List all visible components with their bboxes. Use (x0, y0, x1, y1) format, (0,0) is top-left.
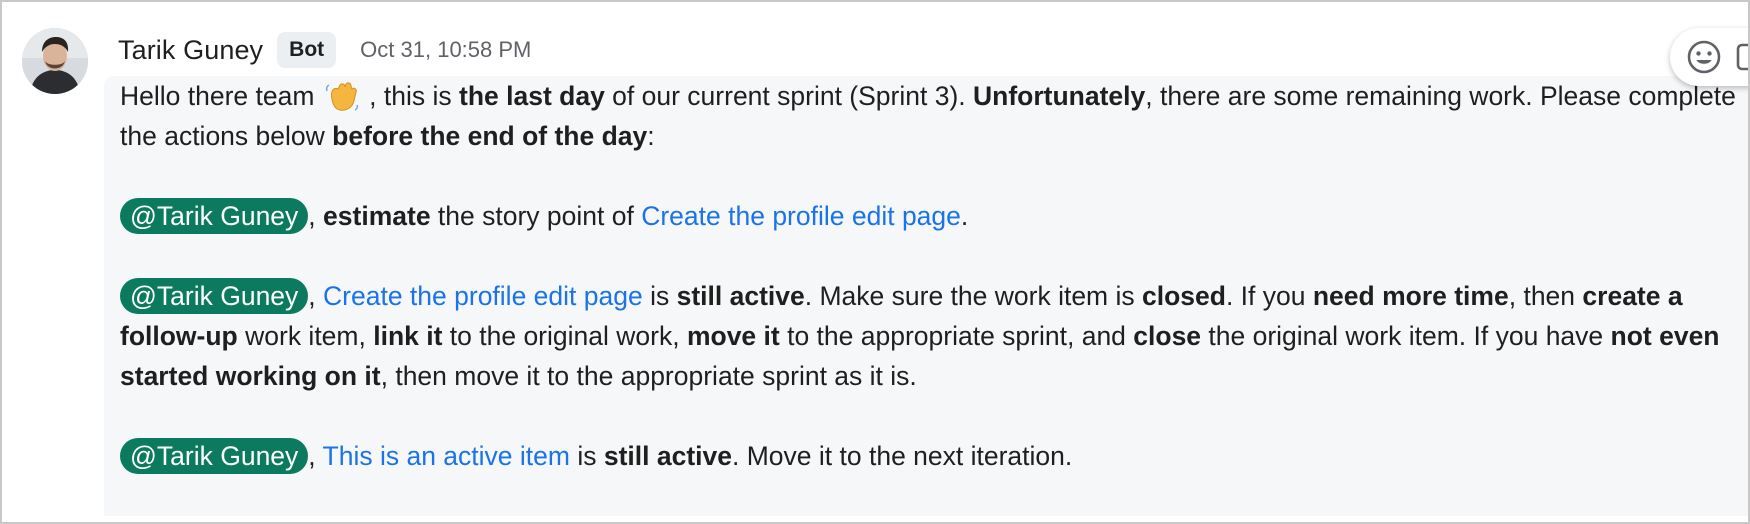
user-mention-chip[interactable]: @Tarik Guney (120, 438, 309, 474)
work-item-link[interactable]: Create the profile edit page (323, 281, 643, 311)
message-header: Tarik Guney Bot Oct 31, 10:58 PM (118, 30, 531, 70)
message-paragraph-estimate: @Tarik Guney, estimate the story point o… (120, 196, 1740, 236)
bot-badge: Bot (277, 32, 337, 68)
message-text: Hello there team , this is the last day … (120, 76, 1740, 516)
wave-icon (325, 82, 358, 111)
timestamp: Oct 31, 10:58 PM (360, 37, 532, 62)
message-body: Hello there team , this is the last day … (104, 76, 1748, 516)
user-mention-chip[interactable]: @Tarik Guney (120, 278, 309, 314)
work-item-link[interactable]: This is an active item (323, 441, 570, 471)
message-paragraph-next-iteration: @Tarik Guney, This is an active item is … (120, 436, 1740, 476)
avatar-photo-icon (22, 28, 88, 94)
emoji-icon[interactable] (1686, 39, 1722, 75)
user-mention-chip[interactable]: @Tarik Guney (120, 198, 309, 234)
avatar[interactable] (22, 28, 88, 94)
more-icon[interactable] (1734, 39, 1750, 75)
message-paragraph-active-item: @Tarik Guney, Create the profile edit pa… (120, 276, 1740, 396)
chat-message-container: Tarik Guney Bot Oct 31, 10:58 PM Hello t… (0, 0, 1750, 524)
message-hover-toolbar (1670, 28, 1750, 86)
message-paragraph-intro: Hello there team , this is the last day … (120, 81, 1736, 151)
sender-name[interactable]: Tarik Guney (118, 35, 263, 66)
work-item-link[interactable]: Create the profile edit page (641, 201, 961, 231)
